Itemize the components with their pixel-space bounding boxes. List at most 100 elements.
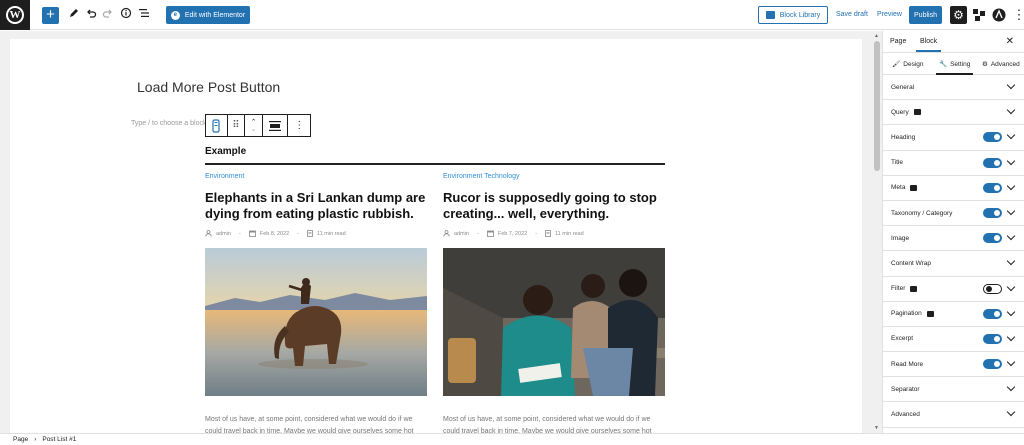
breadcrumb-current[interactable]: Post List #1	[42, 436, 76, 443]
chevron-down-icon[interactable]	[1006, 80, 1016, 90]
post-category[interactable]: Environment Technology	[443, 173, 665, 180]
publish-button[interactable]: Publish	[909, 6, 942, 24]
more-options-icon[interactable]: ⋮	[1010, 6, 1024, 24]
pencil-tool-icon[interactable]	[65, 6, 83, 24]
settings-gear-icon[interactable]: ⚙	[950, 6, 967, 24]
tab-page[interactable]: Page	[890, 38, 906, 45]
edit-with-elementor-button[interactable]: e Edit with Elementor	[166, 6, 250, 24]
chevron-down-icon[interactable]	[1006, 282, 1016, 291]
align-wide-icon[interactable]	[263, 115, 289, 136]
chevron-down-icon[interactable]	[1006, 156, 1016, 165]
chevron-down-icon[interactable]	[1006, 357, 1016, 367]
undo-icon[interactable]	[82, 6, 100, 24]
panel-label: Read More	[891, 360, 924, 368]
chevron-down-icon[interactable]	[1006, 408, 1016, 417]
chevron-down-icon[interactable]	[1006, 231, 1016, 241]
panel-toggle[interactable]	[983, 157, 1002, 168]
panel-meta[interactable]: Meta	[883, 176, 1024, 201]
panel-toggle[interactable]	[983, 233, 1002, 244]
block-library-button[interactable]: Block Library	[758, 6, 828, 24]
chevron-down-icon[interactable]	[1006, 257, 1016, 266]
post-title[interactable]: Rucor is supposedly going to stop creati…	[443, 190, 665, 222]
chevron-down-icon[interactable]	[1006, 307, 1016, 316]
panel-advanced[interactable]: Advanced	[883, 402, 1024, 428]
block-library-label: Block Library	[779, 11, 821, 19]
page-title[interactable]: Load More Post Button	[137, 79, 280, 95]
calendar-icon	[248, 230, 256, 237]
panel-image[interactable]: Image	[883, 226, 1024, 252]
block-placeholder[interactable]: Type / to choose a block	[131, 120, 207, 127]
post-list-block[interactable]: Example Environment Elephants in a Sri L…	[205, 139, 665, 433]
panel-toggle[interactable]	[983, 207, 1002, 218]
scroll-down-arrow-icon[interactable]: ▼	[874, 425, 879, 431]
block-type-icon[interactable]	[206, 115, 228, 136]
video-tutorial-icon[interactable]	[910, 184, 918, 191]
panel-toggle[interactable]	[983, 132, 1002, 143]
post-author[interactable]: admin	[454, 231, 469, 237]
panel-toggle[interactable]	[983, 308, 1002, 319]
panel-excerpt[interactable]: Excerpt	[883, 327, 1024, 353]
meta-separator: -	[476, 230, 479, 237]
panel-toggle[interactable]	[983, 283, 1002, 294]
tab-advanced[interactable]: ⚙ Advanced	[982, 60, 1020, 69]
chevron-down-icon[interactable]	[1006, 131, 1016, 140]
chevron-down-icon[interactable]	[1006, 332, 1016, 342]
panel-general[interactable]: General	[883, 75, 1024, 101]
move-up-down-button[interactable]: ⌃ ⌄	[245, 115, 263, 136]
post-card[interactable]: Environment Elephants in a Sri Lankan du…	[205, 173, 427, 433]
chevron-down-icon[interactable]: ⌄	[251, 126, 257, 133]
post-author[interactable]: admin	[216, 231, 231, 237]
chevron-down-icon[interactable]	[1006, 181, 1016, 190]
video-tutorial-icon[interactable]	[926, 310, 934, 317]
panel-pagination[interactable]: Pagination	[883, 302, 1024, 327]
canvas-scrollbar[interactable]: ▲ ▼	[872, 31, 882, 433]
chevron-down-icon[interactable]	[1006, 105, 1016, 115]
save-draft-button[interactable]: Save draft	[836, 11, 868, 18]
plugin-a-icon[interactable]	[991, 7, 1007, 23]
post-card[interactable]: Environment Technology Rucor is supposed…	[443, 173, 665, 433]
chevron-up-icon[interactable]: ⌃	[251, 119, 257, 126]
sidebar-subtabs: 🖌 Design 🔧 Setting ⚙ Advanced	[883, 53, 1024, 75]
panel-content-wrap[interactable]: Content Wrap	[883, 251, 1024, 277]
sidebar-tabs: Page Block ✕	[883, 31, 1024, 53]
panel-separator[interactable]: Separator	[883, 377, 1024, 403]
panel-heading[interactable]: Heading	[883, 125, 1024, 151]
breadcrumb-root[interactable]: Page	[13, 436, 28, 443]
post-category[interactable]: Environment	[205, 173, 427, 180]
panel-filter[interactable]: Filter	[883, 277, 1024, 302]
block-options-icon[interactable]: ⋮	[288, 115, 310, 136]
panel-read-more[interactable]: Read More	[883, 352, 1024, 378]
panel-title[interactable]: Title	[883, 151, 1024, 176]
post-thumbnail-elephant[interactable]	[205, 248, 427, 396]
video-tutorial-icon[interactable]	[913, 109, 921, 116]
editor-canvas[interactable]: Load More Post Button Type / to choose a…	[10, 39, 862, 433]
preview-button[interactable]: Preview	[877, 11, 902, 18]
chevron-down-icon[interactable]	[1006, 383, 1016, 392]
list-view-icon[interactable]	[135, 6, 153, 24]
tab-design[interactable]: 🖌 Design	[892, 60, 924, 69]
tab-block[interactable]: Block	[916, 38, 942, 52]
details-info-icon[interactable]	[117, 6, 135, 24]
panel-toggle[interactable]	[983, 182, 1002, 193]
scrollbar-thumb[interactable]	[874, 41, 880, 171]
drag-handle-icon[interactable]: ⠿	[228, 115, 246, 136]
editor-top-bar: W + e Edit with Elementor Block Library …	[0, 0, 1024, 30]
post-thumbnail-students[interactable]	[443, 248, 665, 396]
scroll-up-arrow-icon[interactable]: ▲	[874, 33, 879, 39]
close-icon[interactable]: ✕	[1006, 36, 1014, 47]
block-inserter-button[interactable]: +	[42, 7, 59, 24]
chevron-down-icon[interactable]	[1006, 206, 1016, 216]
panel-query[interactable]: Query	[883, 100, 1024, 126]
post-title[interactable]: Elephants in a Sri Lankan dump are dying…	[205, 190, 427, 222]
tab-setting[interactable]: 🔧 Setting	[936, 60, 974, 75]
video-tutorial-icon[interactable]	[910, 285, 918, 292]
redo-icon[interactable]	[99, 6, 117, 24]
panel-taxonomy-category[interactable]: Taxonomy / Category	[883, 201, 1024, 227]
panel-toggle[interactable]	[983, 359, 1002, 370]
breadcrumb: Page › Post List #1	[0, 433, 1024, 445]
wordpress-logo-icon: W	[6, 6, 24, 24]
plugin-blocks-icon[interactable]	[971, 7, 987, 23]
panel-toggle[interactable]	[983, 333, 1002, 344]
panel-label: Content Wrap	[891, 259, 931, 267]
wordpress-logo-button[interactable]: W	[0, 0, 30, 30]
